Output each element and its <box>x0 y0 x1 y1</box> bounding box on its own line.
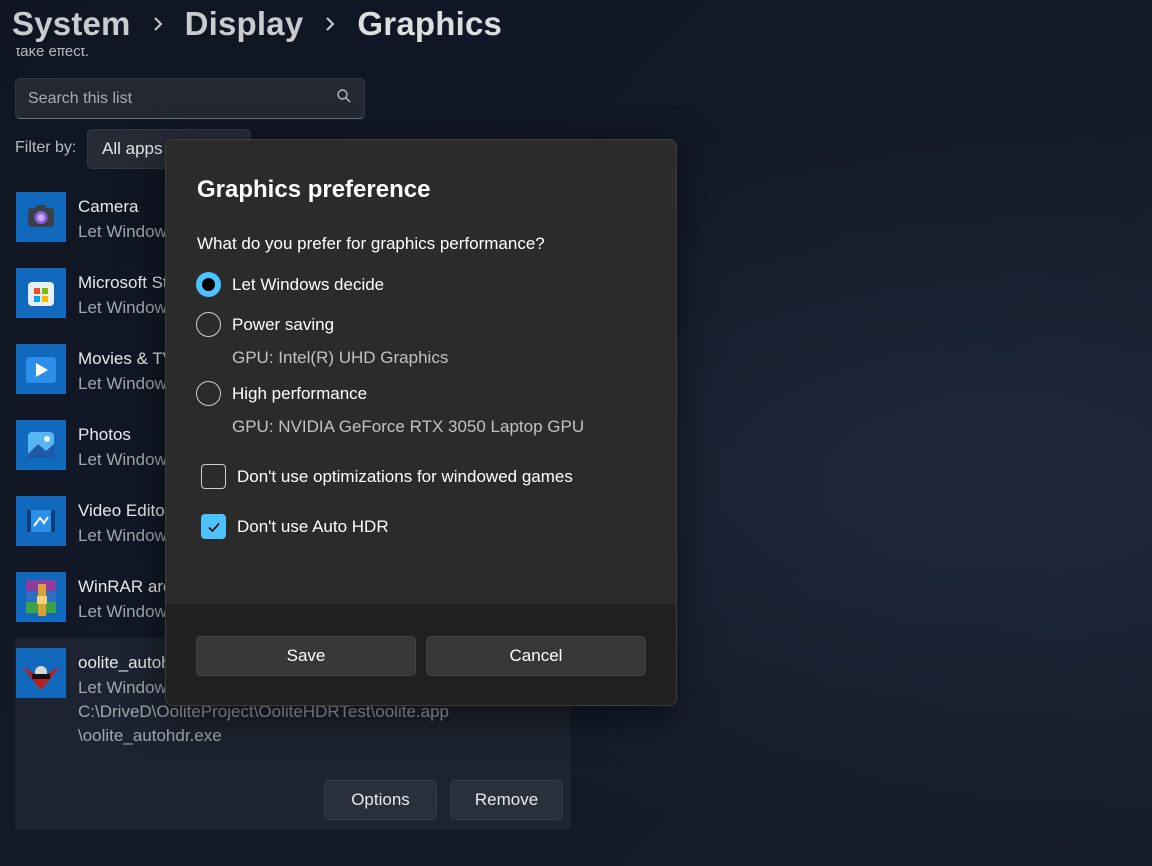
checkbox-auto-hdr[interactable]: Don't use Auto HDR <box>201 514 389 539</box>
radio-button-checked[interactable] <box>196 272 221 297</box>
radio-let-windows-decide[interactable]: Let Windows decide <box>196 272 384 297</box>
radio-label: Power saving <box>232 314 335 334</box>
checkbox[interactable] <box>201 464 226 489</box>
checkbox-label: Don't use Auto HDR <box>237 516 389 536</box>
graphics-preference-dialog: Graphics preference What do you prefer f… <box>165 139 677 706</box>
app-name: Movies & TV <box>78 349 175 368</box>
photos-app-icon <box>16 420 66 470</box>
radio-label: Let Windows decide <box>232 274 385 294</box>
radio-high-performance[interactable]: High performance <box>196 381 367 406</box>
store-app-icon <box>16 268 66 318</box>
breadcrumb-graphics: Graphics <box>357 5 503 42</box>
save-button[interactable]: Save <box>196 636 416 676</box>
checkbox-label: Don't use optimizations for windowed gam… <box>237 466 573 486</box>
app-path-line2: \oolite_autohdr.exe <box>78 726 222 745</box>
gpu-power-saving: GPU: Intel(R) UHD Graphics <box>232 348 449 367</box>
filter-label: Filter by: <box>15 139 77 156</box>
breadcrumb-system[interactable]: System <box>12 5 131 43</box>
checkmark-icon <box>207 522 220 532</box>
app-name: Video Editor <box>78 501 171 520</box>
radio-button[interactable] <box>196 381 221 406</box>
breadcrumb-display[interactable]: Display <box>185 5 304 43</box>
search-input[interactable]: Search this list <box>15 78 365 119</box>
checkbox-checked[interactable] <box>201 514 226 539</box>
movies-app-icon <box>16 344 66 394</box>
dialog-question: What do you prefer for graphics performa… <box>197 234 545 253</box>
options-button[interactable]: Options <box>324 780 437 820</box>
dialog-footer: Save Cancel <box>166 604 676 705</box>
app-name: Camera <box>78 197 139 216</box>
radio-label: High performance <box>232 383 368 403</box>
search-placeholder: Search this list <box>28 89 133 107</box>
radio-power-saving[interactable]: Power saving <box>196 312 334 337</box>
cancel-button[interactable]: Cancel <box>426 636 646 676</box>
intro-text: take effect. <box>16 48 90 60</box>
gpu-high-performance: GPU: NVIDIA GeForce RTX 3050 Laptop GPU <box>232 417 585 436</box>
app-name: Photos <box>78 425 131 444</box>
winrar-app-icon <box>16 572 66 622</box>
video-editor-app-icon <box>16 496 66 546</box>
chevron-right-icon <box>147 2 169 46</box>
camera-app-icon <box>16 192 66 242</box>
filter-value: All apps <box>102 139 163 158</box>
radio-button[interactable] <box>196 312 221 337</box>
remove-button[interactable]: Remove <box>450 780 563 820</box>
breadcrumb: System Display Graphics <box>12 2 502 46</box>
dialog-title: Graphics preference <box>197 176 431 203</box>
checkbox-windowed-optimizations[interactable]: Don't use optimizations for windowed gam… <box>201 464 573 489</box>
oolite-app-icon <box>16 648 66 698</box>
search-icon[interactable] <box>336 88 352 109</box>
chevron-right-icon <box>319 2 341 46</box>
